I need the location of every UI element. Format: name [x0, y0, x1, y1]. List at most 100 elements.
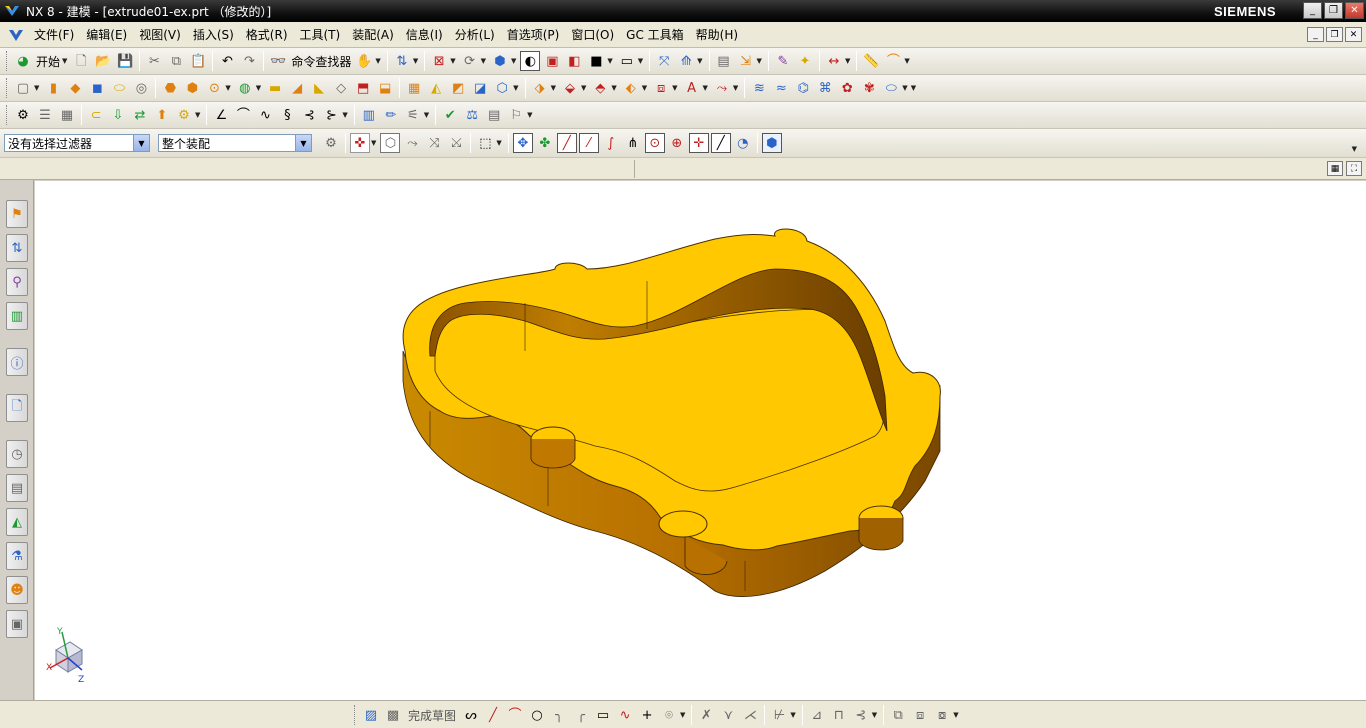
- sew-icon[interactable]: ✿: [837, 78, 857, 98]
- surface-through-curves-icon[interactable]: ≋: [749, 78, 769, 98]
- check-icon[interactable]: ✔: [440, 105, 460, 125]
- measure-distance-icon[interactable]: ↔: [824, 51, 844, 71]
- end-point-icon[interactable]: ╱: [556, 133, 577, 153]
- fit-view-icon[interactable]: ⊠: [429, 51, 449, 71]
- edge-blend-icon[interactable]: ◢: [287, 78, 307, 98]
- menu-tools[interactable]: 工具(T): [294, 26, 347, 43]
- revolve-icon[interactable]: ◆: [65, 78, 85, 98]
- save-icon[interactable]: 💾: [115, 51, 135, 71]
- template-icon[interactable]: ▣: [6, 610, 28, 638]
- constraint-navigator-icon[interactable]: ⇅: [6, 234, 28, 262]
- curvature-analysis-icon[interactable]: ⌒: [883, 51, 903, 71]
- undo-icon[interactable]: ↶: [217, 51, 237, 71]
- type-filter-select[interactable]: 没有选择过滤器 ▼: [4, 134, 150, 152]
- toolbar-options-icon[interactable]: ▼: [1352, 145, 1357, 153]
- curve-offset-icon[interactable]: ⊰: [299, 105, 319, 125]
- cut-icon[interactable]: ✂: [144, 51, 164, 71]
- extract-geometry-icon[interactable]: ⬘: [590, 78, 610, 98]
- assembly-navigator-icon[interactable]: ⚑: [6, 200, 28, 228]
- move-to-layer-icon[interactable]: ⇲: [736, 51, 756, 71]
- offset-curve-icon[interactable]: ⌾: [659, 705, 679, 725]
- link-icon[interactable]: ⊂: [86, 105, 106, 125]
- n-sided-surface-icon[interactable]: ⌘: [815, 78, 835, 98]
- curve-spline-icon[interactable]: ∿: [255, 105, 275, 125]
- doc-close-button[interactable]: ✕: [1345, 27, 1362, 42]
- visualization-icon[interactable]: ◭: [6, 508, 28, 536]
- app-menu-icon[interactable]: [8, 27, 24, 43]
- menu-gc-toolkits[interactable]: GC 工具箱: [620, 26, 690, 43]
- touch-mode-icon[interactable]: ✋: [354, 51, 374, 71]
- make-corner-icon[interactable]: ⋌: [740, 705, 760, 725]
- datum-plane-icon[interactable]: ⬗: [530, 78, 550, 98]
- part-list-icon[interactable]: ▥: [359, 105, 379, 125]
- text-icon[interactable]: A: [682, 78, 702, 98]
- orient-view-icon[interactable]: ⬢: [490, 51, 510, 71]
- edit-object-display-icon[interactable]: ✎: [773, 51, 793, 71]
- existing-point-icon[interactable]: ✤: [535, 133, 555, 153]
- wcs-icon[interactable]: ⤧: [654, 51, 674, 71]
- fillet-icon[interactable]: ╮: [549, 705, 569, 725]
- menu-edit[interactable]: 编辑(E): [80, 26, 133, 43]
- analysis-ruler-icon[interactable]: 📏: [861, 51, 881, 71]
- history-icon[interactable]: ◷: [6, 440, 28, 468]
- point-on-curve-icon[interactable]: ∫: [601, 133, 621, 153]
- offset-face-icon[interactable]: ⬡: [492, 78, 512, 98]
- menu-analysis[interactable]: 分析(L): [449, 26, 501, 43]
- alternate-solution-icon[interactable]: ⧉: [888, 705, 908, 725]
- profile-icon[interactable]: ᔕ: [461, 705, 481, 725]
- rectangle-select-icon[interactable]: ⬚: [475, 133, 495, 153]
- menu-window[interactable]: 窗口(O): [565, 26, 620, 43]
- menu-assemblies[interactable]: 装配(A): [346, 26, 400, 43]
- sketch-check-icon[interactable]: ⚐: [506, 105, 526, 125]
- curve-line-icon[interactable]: ∠: [211, 105, 231, 125]
- minimize-button[interactable]: _: [1303, 2, 1322, 19]
- menu-information[interactable]: 信息(I): [400, 26, 449, 43]
- chevron-down-icon[interactable]: ▼: [133, 135, 149, 151]
- sketch-task-icon[interactable]: ▨: [361, 705, 381, 725]
- close-button[interactable]: ✕: [1345, 2, 1364, 19]
- curve-arc-icon[interactable]: ⌒: [233, 105, 253, 125]
- surface-more-icon[interactable]: ⬭: [881, 78, 901, 98]
- open-file-icon[interactable]: 📂: [93, 51, 113, 71]
- show-constraints-icon[interactable]: ⊰: [851, 705, 871, 725]
- reuse-library-icon[interactable]: ▥: [6, 302, 28, 330]
- snap-point-icon[interactable]: ✥: [512, 133, 533, 153]
- quick-trim-icon[interactable]: ✗: [696, 705, 716, 725]
- selection-scope-select[interactable]: 整个装配 ▼: [158, 134, 312, 152]
- sphere-icon[interactable]: ◎: [131, 78, 151, 98]
- cylinder-icon[interactable]: ⬭: [109, 78, 129, 98]
- block-icon[interactable]: ◼: [87, 78, 107, 98]
- redo-icon[interactable]: ↷: [239, 51, 259, 71]
- mirror-icon[interactable]: ◭: [426, 78, 446, 98]
- process-studio-icon[interactable]: ▤: [6, 474, 28, 502]
- assembly-icon[interactable]: ⚙: [13, 105, 33, 125]
- section-view-icon[interactable]: ▣: [542, 51, 562, 71]
- bounded-grid-icon[interactable]: ╱: [710, 133, 731, 153]
- finish-sketch-button[interactable]: 完成草图: [404, 707, 460, 724]
- web-browser-icon[interactable]: 🗋: [6, 394, 28, 422]
- menu-file[interactable]: 文件(F): [28, 26, 80, 43]
- copy-icon[interactable]: ⧉: [166, 51, 186, 71]
- animate-dimension-icon[interactable]: ⧈: [910, 705, 930, 725]
- command-finder-button[interactable]: 命令查找器: [289, 53, 353, 70]
- curve-project-icon[interactable]: ⊱: [321, 105, 341, 125]
- select-body-icon[interactable]: ⬢: [761, 133, 782, 153]
- toolbar-grip[interactable]: [6, 51, 9, 71]
- shell-icon[interactable]: ◇: [331, 78, 351, 98]
- layer-grid-icon[interactable]: ▦: [57, 105, 77, 125]
- hole-icon[interactable]: ⊙: [204, 78, 224, 98]
- arc-center-icon[interactable]: ⊙: [644, 133, 665, 153]
- clipping-icon[interactable]: ◧: [564, 51, 584, 71]
- full-screen-icon[interactable]: ⛶: [1346, 161, 1362, 176]
- snap-settings-icon[interactable]: ◔: [733, 133, 753, 153]
- quick-extend-icon[interactable]: ⋎: [718, 705, 738, 725]
- draft-icon[interactable]: ⬒: [353, 78, 373, 98]
- mid-point-icon[interactable]: ⁄: [578, 133, 599, 153]
- add-component-icon[interactable]: ⬆: [152, 105, 172, 125]
- geometric-constraints-icon[interactable]: ⊓: [829, 705, 849, 725]
- assembly-constraints-icon[interactable]: ⇄: [130, 105, 150, 125]
- chevron-down-icon[interactable]: ▼: [295, 135, 311, 151]
- sweep-icon[interactable]: ⤳: [712, 78, 732, 98]
- menu-view[interactable]: 视图(V): [133, 26, 187, 43]
- finish-sketch-icon[interactable]: ▩: [383, 705, 403, 725]
